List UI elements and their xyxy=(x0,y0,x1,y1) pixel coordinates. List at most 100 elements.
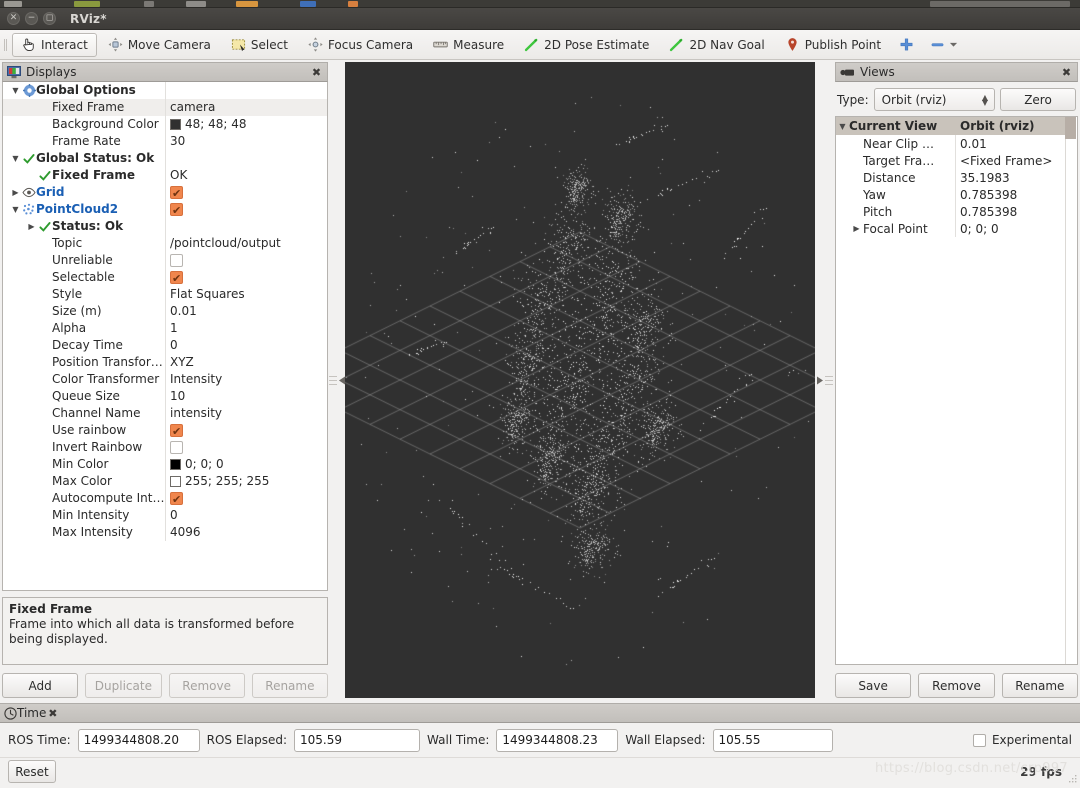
views-save-button[interactable]: Save xyxy=(835,673,912,698)
zero-button[interactable]: Zero xyxy=(1000,88,1076,111)
views-row-focal-point[interactable]: ▶ Focal Point 0; 0; 0 xyxy=(836,220,1077,237)
close-icon[interactable]: ✖ xyxy=(46,707,59,720)
ros-elapsed-input[interactable]: 105.59 xyxy=(294,728,421,752)
main-toolbar: Interact Move Camera Select Focus Camera Mea… xyxy=(0,30,1080,60)
displays-row-decay-time[interactable]: Decay Time 0 xyxy=(3,337,327,354)
toolbar-button-select[interactable]: Select xyxy=(222,33,297,57)
color-swatch[interactable] xyxy=(170,119,181,130)
displays-row-use-rainbow[interactable]: Use rainbow xyxy=(3,422,327,439)
displays-row-selectable[interactable]: Selectable xyxy=(3,269,327,286)
displays-row-fixed-frame[interactable]: Fixed Frame camera xyxy=(3,99,327,116)
displays-row-frame-rate[interactable]: Frame Rate 30 xyxy=(3,133,327,150)
views-row-label: Pitch xyxy=(863,204,893,219)
displays-row-queue-size[interactable]: Queue Size 10 xyxy=(3,388,327,405)
displays-row-fixed-frame[interactable]: Fixed Frame OK xyxy=(3,167,327,184)
left-splitter-handle[interactable] xyxy=(328,62,345,698)
toolbar-button-focus-camera[interactable]: Focus Camera xyxy=(299,33,422,57)
toolbar-button-2d-pose-estimate[interactable]: 2D Pose Estimate xyxy=(515,33,658,57)
displays-row-checkbox[interactable] xyxy=(170,254,183,267)
toolbar-button-2d-nav-goal[interactable]: 2D Nav Goal xyxy=(660,33,773,57)
add-button[interactable]: Add xyxy=(2,673,79,698)
pointcloud-canvas[interactable] xyxy=(345,62,815,698)
displays-row-checkbox[interactable] xyxy=(170,203,183,216)
displays-row-checkbox[interactable] xyxy=(170,492,183,505)
views-rename-button[interactable]: Rename xyxy=(1001,673,1078,698)
chevron-down-icon[interactable]: ▼ xyxy=(9,150,22,167)
toolbar-button-move-camera[interactable]: Move Camera xyxy=(99,33,220,57)
views-row-value: <Fixed Frame> xyxy=(960,153,1053,168)
chevron-right-icon[interactable]: ▶ xyxy=(850,224,863,233)
chevron-right-icon[interactable]: ▶ xyxy=(25,218,38,235)
views-scrollbar[interactable] xyxy=(1065,117,1077,664)
displays-row-channel-name[interactable]: Channel Name intensity xyxy=(3,405,327,422)
3d-render-view[interactable] xyxy=(345,62,815,698)
experimental-toggle[interactable]: Experimental xyxy=(972,733,1072,747)
displays-row-global-status-ok[interactable]: ▼ Global Status: Ok xyxy=(3,150,327,167)
displays-row-invert-rainbow[interactable]: Invert Rainbow xyxy=(3,439,327,456)
chevron-down-icon[interactable]: ▼ xyxy=(836,122,849,131)
views-row-value: 0.785398 xyxy=(960,187,1018,202)
displays-row-checkbox[interactable] xyxy=(170,424,183,437)
views-row-yaw[interactable]: Yaw 0.785398 xyxy=(836,186,1077,203)
displays-row-style[interactable]: Style Flat Squares xyxy=(3,286,327,303)
views-row-distance[interactable]: Distance 35.1983 xyxy=(836,169,1077,186)
spinner-arrows-icon[interactable]: ▲ ▼ xyxy=(982,93,990,106)
chevron-down-icon[interactable]: ▼ xyxy=(9,201,22,218)
views-scrollbar-thumb[interactable] xyxy=(1065,117,1076,139)
displays-row-pointcloud2[interactable]: ▼ PointCloud2 xyxy=(3,201,327,218)
right-splitter-handle[interactable] xyxy=(816,62,833,698)
chevron-right-icon[interactable]: ▶ xyxy=(9,184,22,201)
reset-button[interactable]: Reset xyxy=(8,760,56,783)
displays-row-min-intensity[interactable]: Min Intensity 0 xyxy=(3,507,327,524)
color-swatch[interactable] xyxy=(170,476,181,487)
toolbar-button-measure[interactable]: Measure xyxy=(424,33,513,57)
ros-time-input[interactable]: 1499344808.20 xyxy=(77,728,200,752)
views-tree[interactable]: ▼ Current View Orbit (rviz) Near Clip … 0… xyxy=(835,116,1078,665)
toolbar-drag-handle[interactable] xyxy=(1,34,10,56)
displays-row-checkbox[interactable] xyxy=(170,441,183,454)
views-button-row: Save Remove Rename xyxy=(835,673,1078,698)
displays-row-alpha[interactable]: Alpha 1 xyxy=(3,320,327,337)
displays-row-position-transfor[interactable]: Position Transfor… XYZ xyxy=(3,354,327,371)
displays-row-background-color[interactable]: Background Color 48; 48; 48 xyxy=(3,116,327,133)
views-row-target-fra[interactable]: Target Fra… <Fixed Frame> xyxy=(836,152,1077,169)
chevron-down-icon[interactable]: ▼ xyxy=(9,82,22,99)
close-icon[interactable]: ✖ xyxy=(1060,66,1073,79)
color-swatch[interactable] xyxy=(170,459,181,470)
collapse-right-icon[interactable] xyxy=(816,376,824,385)
displays-row-checkbox[interactable] xyxy=(170,271,183,284)
toolbar-overflow-button[interactable] xyxy=(923,33,965,57)
views-row-pitch[interactable]: Pitch 0.785398 xyxy=(836,203,1077,220)
views-row-near-clip[interactable]: Near Clip … 0.01 xyxy=(836,135,1077,152)
displays-row-max-color[interactable]: Max Color 255; 255; 255 xyxy=(3,473,327,490)
displays-row-grid[interactable]: ▶ Grid xyxy=(3,184,327,201)
selection-rect-icon xyxy=(231,37,246,52)
displays-tree[interactable]: ▼ Global Options Fixed Frame camera Backgrou… xyxy=(2,82,328,591)
close-icon[interactable]: ✕ xyxy=(7,12,20,25)
displays-row-unreliable[interactable]: Unreliable xyxy=(3,252,327,269)
wall-elapsed-input[interactable]: 105.55 xyxy=(712,728,833,752)
displays-row-max-intensity[interactable]: Max Intensity 4096 xyxy=(3,524,327,541)
close-icon[interactable]: ✖ xyxy=(310,66,323,79)
minimize-icon[interactable]: − xyxy=(25,12,38,25)
add-tool-button[interactable] xyxy=(892,33,921,57)
wall-time-input[interactable]: 1499344808.23 xyxy=(496,728,619,752)
views-remove-button[interactable]: Remove xyxy=(918,673,995,698)
views-row-label: Target Fra… xyxy=(863,153,935,168)
resize-grip-icon[interactable] xyxy=(1068,774,1078,784)
experimental-checkbox[interactable] xyxy=(972,733,986,747)
displays-row-size-m[interactable]: Size (m) 0.01 xyxy=(3,303,327,320)
displays-row-min-color[interactable]: Min Color 0; 0; 0 xyxy=(3,456,327,473)
displays-row-color-transformer[interactable]: Color Transformer Intensity xyxy=(3,371,327,388)
displays-row-checkbox[interactable] xyxy=(170,186,183,199)
toolbar-button-interact[interactable]: Interact xyxy=(12,32,97,57)
maximize-icon[interactable]: ◻ xyxy=(43,12,56,25)
displays-row-label: PointCloud2 xyxy=(36,202,119,216)
displays-row-topic[interactable]: Topic/pointcloud/output xyxy=(3,235,327,252)
view-type-select[interactable]: Orbit (rviz) ▲ ▼ xyxy=(873,88,995,111)
time-bottom-row: Reset 29 fps xyxy=(0,757,1080,785)
toolbar-button-publish-point[interactable]: Publish Point xyxy=(776,33,890,57)
displays-row-autocompute-int[interactable]: Autocompute Int… xyxy=(3,490,327,507)
displays-row-global-options[interactable]: ▼ Global Options xyxy=(3,82,327,99)
displays-row-status-ok[interactable]: ▶ Status: Ok xyxy=(3,218,327,235)
